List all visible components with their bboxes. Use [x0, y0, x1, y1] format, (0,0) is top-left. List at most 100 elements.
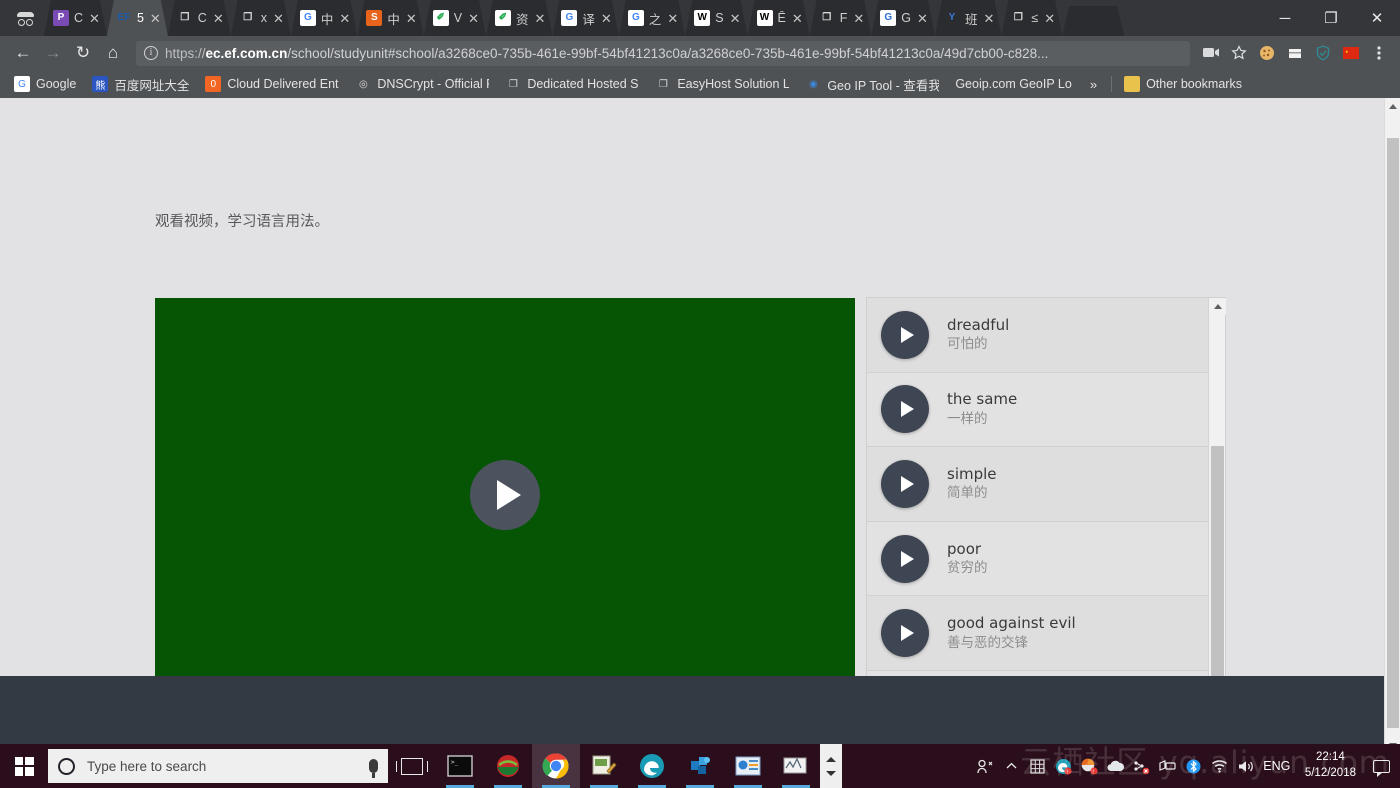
- bookmark-item[interactable]: 熊百度网址大全: [84, 73, 197, 95]
- network-sync-icon[interactable]: [1129, 744, 1155, 788]
- star-icon[interactable]: [1226, 40, 1252, 66]
- bookmark-item[interactable]: ❐ EasyHost Solution Li: [647, 73, 797, 95]
- tab-close-icon[interactable]: ✕: [338, 12, 350, 25]
- taskbar-app-presentation[interactable]: [724, 744, 772, 788]
- taskbar-app-chrome[interactable]: [532, 744, 580, 788]
- bookmark-item[interactable]: ◉ Geo IP Tool - 查看我: [797, 73, 947, 95]
- notification-center-button[interactable]: [1366, 744, 1396, 788]
- tab-close-icon[interactable]: ✕: [852, 12, 864, 25]
- tab-close-icon[interactable]: ✕: [272, 12, 284, 25]
- tab-close-icon[interactable]: ✕: [467, 12, 479, 25]
- taskbar-app-edge[interactable]: [628, 744, 676, 788]
- other-bookmarks-folder[interactable]: Other bookmarks: [1116, 73, 1250, 95]
- tab-close-icon[interactable]: ✕: [982, 12, 994, 25]
- start-button[interactable]: [0, 744, 48, 788]
- browser-tab[interactable]: ❐ C ✕: [168, 0, 231, 36]
- bookmark-item[interactable]: ❐ Dedicated Hosted Se: [497, 73, 647, 95]
- bookmark-item[interactable]: 0 Cloud Delivered Ente: [197, 73, 347, 95]
- page-scrollbar-thumb[interactable]: [1387, 138, 1399, 728]
- bluetooth-icon[interactable]: [1181, 744, 1207, 788]
- onedrive-icon[interactable]: [1103, 744, 1129, 788]
- forward-button[interactable]: →: [38, 38, 68, 68]
- tab-close-icon[interactable]: ✕: [405, 12, 417, 25]
- language-indicator[interactable]: ENG: [1259, 744, 1295, 788]
- browser-tab[interactable]: EF 5 ✕: [107, 0, 168, 36]
- new-tab-button[interactable]: [1062, 6, 1124, 36]
- cast-icon[interactable]: [1198, 40, 1224, 66]
- maximize-button[interactable]: ❐: [1308, 0, 1354, 36]
- address-bar[interactable]: i https://ec.ef.com.cn/school/studyunit#…: [136, 40, 1190, 66]
- page-scrollbar[interactable]: [1384, 98, 1400, 753]
- taskbar-search-box[interactable]: Type here to search: [48, 749, 388, 783]
- browser-tab[interactable]: W S ✕: [685, 0, 747, 36]
- tab-close-icon[interactable]: ✕: [916, 12, 928, 25]
- browser-tab[interactable]: ✐ V ✕: [424, 0, 486, 36]
- bookmark-item[interactable]: ◎ DNSCrypt - Official P: [347, 73, 497, 95]
- taskbar-app-watermelon[interactable]: [484, 744, 532, 788]
- home-button[interactable]: ⌂: [98, 38, 128, 68]
- shield-icon[interactable]: [1310, 40, 1336, 66]
- edge-tray-icon[interactable]: !: [1051, 744, 1077, 788]
- taskbar-app-blocks[interactable]: [676, 744, 724, 788]
- video-player[interactable]: 00:00 00:53 SUB HD: [155, 298, 855, 736]
- scroll-up-button[interactable]: [1209, 298, 1226, 315]
- vocabulary-item[interactable]: simple 简单的: [867, 447, 1208, 522]
- tab-close-icon[interactable]: ✕: [791, 12, 803, 25]
- browser-tab[interactable]: P C ✕: [44, 0, 107, 36]
- browser-tab[interactable]: S 中 ✕: [357, 0, 423, 36]
- taskbar-app-terminal[interactable]: >_: [436, 744, 484, 788]
- bookmark-item[interactable]: G Google: [6, 73, 84, 95]
- close-window-button[interactable]: ✕: [1354, 0, 1400, 36]
- vocabulary-play-button[interactable]: [881, 609, 929, 658]
- taskbar-app-monitor[interactable]: [772, 744, 820, 788]
- browser-tab[interactable]: ❐ ≤ ✕: [1001, 0, 1062, 36]
- vocabulary-item[interactable]: good against evil 善与恶的交锋: [867, 596, 1208, 671]
- cookie-icon[interactable]: [1254, 40, 1280, 66]
- back-button[interactable]: ←: [8, 38, 38, 68]
- extension-icon[interactable]: [1282, 40, 1308, 66]
- chevron-up-icon[interactable]: [999, 744, 1025, 788]
- bookmarks-overflow-button[interactable]: »: [1080, 77, 1107, 92]
- vocabulary-item[interactable]: poor 贫穷的: [867, 521, 1208, 597]
- browser-tab[interactable]: G 译 ✕: [552, 0, 618, 36]
- browser-tab[interactable]: ❐ F ✕: [810, 0, 872, 36]
- minimize-button[interactable]: ─: [1262, 0, 1308, 36]
- browser-tab[interactable]: ❐ x ✕: [231, 0, 291, 36]
- tab-close-icon[interactable]: ✕: [534, 12, 546, 25]
- video-center-play-button[interactable]: [470, 460, 540, 530]
- reload-button[interactable]: ↻: [68, 38, 98, 68]
- taskbar-clock[interactable]: 22:14 5/12/2018: [1295, 750, 1366, 781]
- browser-tab[interactable]: ✐ 资 ✕: [486, 0, 552, 36]
- vocabulary-play-button[interactable]: [881, 459, 929, 508]
- vpn-icon[interactable]: [1155, 744, 1181, 788]
- browser-tab[interactable]: Y 班 ✕: [935, 0, 1001, 36]
- vocabulary-item[interactable]: dreadful 可怕的: [867, 298, 1208, 373]
- tab-close-icon[interactable]: ✕: [212, 12, 224, 25]
- vocabulary-scrollbar[interactable]: [1208, 298, 1226, 736]
- volume-icon[interactable]: [1233, 744, 1259, 788]
- tab-close-icon[interactable]: ✕: [1043, 12, 1055, 25]
- vocabulary-play-button[interactable]: [881, 385, 929, 434]
- tab-close-icon[interactable]: ✕: [149, 12, 161, 25]
- menu-dots-icon[interactable]: [1366, 40, 1392, 66]
- wifi-icon[interactable]: [1207, 744, 1233, 788]
- browser-tab[interactable]: G G ✕: [871, 0, 935, 36]
- browser-tab[interactable]: W Ê ✕: [748, 0, 810, 36]
- page-scroll-up-button[interactable]: [1385, 98, 1400, 114]
- tab-close-icon[interactable]: ✕: [600, 12, 612, 25]
- task-view-button[interactable]: [388, 744, 436, 788]
- vocabulary-item[interactable]: the same 一样的: [867, 372, 1208, 448]
- vocabulary-play-button[interactable]: [881, 534, 929, 583]
- tab-close-icon[interactable]: ✕: [729, 12, 741, 25]
- tab-close-icon[interactable]: ✕: [666, 12, 678, 25]
- browser-tab[interactable]: G 之 ✕: [619, 0, 685, 36]
- browser-tab[interactable]: G 中 ✕: [291, 0, 357, 36]
- bookmark-item[interactable]: Geoip.com GeoIP Lo: [947, 73, 1080, 95]
- site-info-icon[interactable]: i: [144, 46, 158, 60]
- people-icon[interactable]: [973, 744, 999, 788]
- vocabulary-play-button[interactable]: [881, 310, 929, 359]
- taskbar-app-notepad-edit[interactable]: [580, 744, 628, 788]
- taskbar-scroll-arrows[interactable]: [820, 744, 842, 788]
- microphone-icon[interactable]: [369, 759, 378, 778]
- tab-close-icon[interactable]: ✕: [88, 12, 100, 25]
